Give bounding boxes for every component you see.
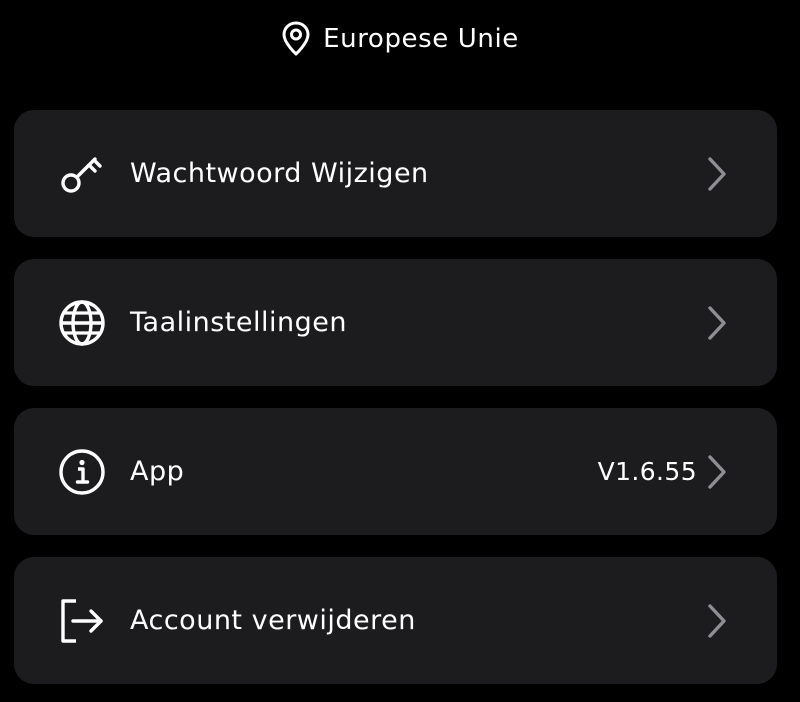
menu-item-language-settings[interactable]: Taalinstellingen <box>14 259 777 386</box>
logout-icon <box>58 597 106 645</box>
key-icon <box>58 150 106 198</box>
info-icon <box>58 448 106 496</box>
chevron-right-icon <box>707 305 727 341</box>
settings-page: Europese Unie Wachtwoord Wijzigen Taalin… <box>0 0 800 702</box>
menu-item-label: Account verwijderen <box>130 605 416 636</box>
globe-icon <box>58 299 106 347</box>
location-pin-icon <box>281 21 311 57</box>
chevron-right-icon <box>707 603 727 639</box>
app-version: V1.6.55 <box>597 457 697 486</box>
region-label: Europese Unie <box>323 24 519 54</box>
settings-menu: Wachtwoord Wijzigen Taalinstellingen App… <box>14 110 777 702</box>
menu-item-label: Wachtwoord Wijzigen <box>130 158 429 189</box>
chevron-right-icon <box>707 156 727 192</box>
menu-item-change-password[interactable]: Wachtwoord Wijzigen <box>14 110 777 237</box>
region-selector[interactable]: Europese Unie <box>0 0 800 78</box>
menu-item-label: Taalinstellingen <box>130 307 347 338</box>
chevron-right-icon <box>707 454 727 490</box>
menu-item-label: App <box>130 456 185 487</box>
menu-item-app-info[interactable]: App V1.6.55 <box>14 408 777 535</box>
menu-item-delete-account[interactable]: Account verwijderen <box>14 557 777 684</box>
